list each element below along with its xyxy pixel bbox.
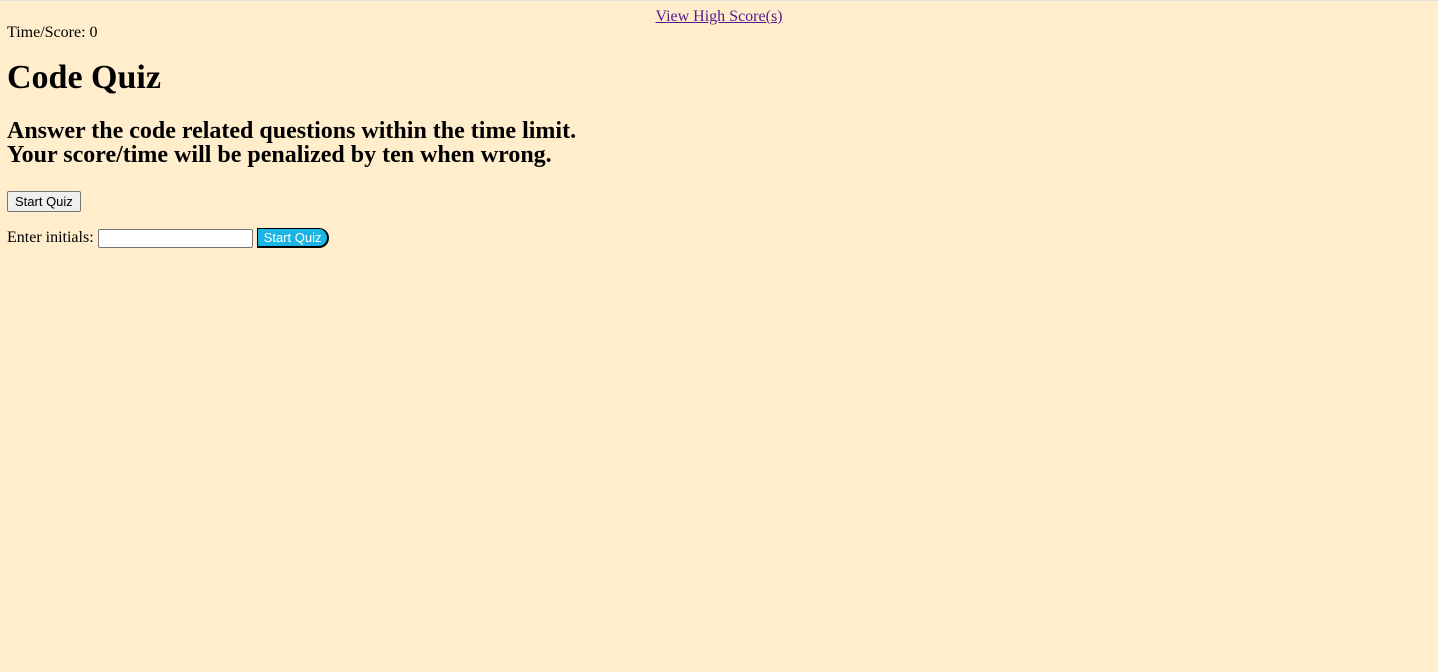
view-high-scores-link[interactable]: View High Score(s): [655, 8, 782, 25]
top-bar: View High Score(s): [0, 8, 1438, 26]
timer-label: Time/Score:: [7, 24, 90, 41]
instructions-line-1: Answer the code related questions within…: [7, 118, 577, 144]
timer-display: Time/Score: 0: [7, 24, 98, 42]
quiz-instructions: Answer the code related questions within…: [7, 119, 576, 167]
timer-value: 0: [89, 24, 98, 41]
instructions-line-2: Your score/time will be penalized by ten…: [7, 142, 552, 168]
start-quiz-button[interactable]: Start Quiz: [7, 191, 81, 212]
initials-label: Enter initials:: [7, 229, 94, 246]
initials-form: Enter initials: Start Quiz: [7, 228, 330, 248]
initials-input[interactable]: [97, 228, 253, 248]
page-title: Code Quiz: [7, 59, 161, 96]
submit-initials-button[interactable]: Start Quiz: [256, 228, 330, 248]
